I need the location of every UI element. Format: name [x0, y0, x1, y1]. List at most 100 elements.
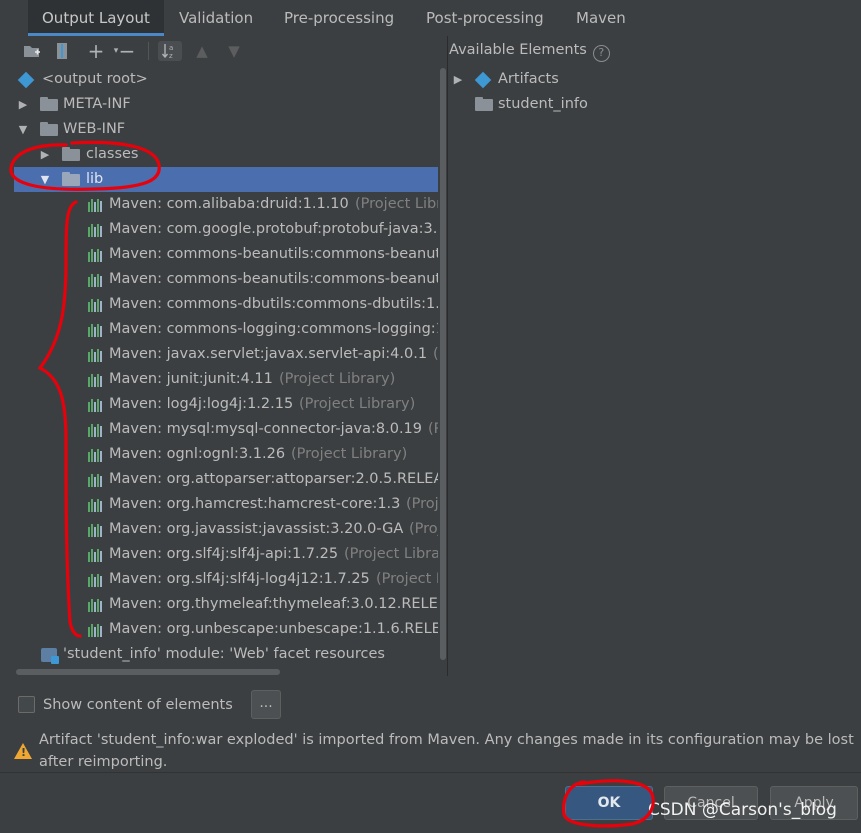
library-icon [84, 498, 102, 512]
folder-icon [40, 97, 58, 111]
library-name: Maven: commons-logging:commons-logging:1 [109, 321, 445, 337]
library-name: Maven: org.attoparser:attoparser:2.0.5.R… [109, 471, 448, 487]
svg-text:a: a [169, 44, 173, 52]
library-icon [84, 598, 102, 612]
sort-icon[interactable]: az [158, 41, 182, 61]
library-row[interactable]: Maven: javax.servlet:javax.servlet-api:4… [14, 342, 448, 367]
tree-horizontal-scrollbar[interactable] [14, 668, 448, 676]
scrollbar-thumb[interactable] [16, 669, 280, 675]
move-down-icon[interactable]: ▼ [224, 41, 244, 61]
library-name: Maven: ognl:ognl:3.1.26 [109, 446, 286, 462]
library-row[interactable]: Maven: org.javassist:javassist:3.20.0-GA… [14, 517, 448, 542]
tree-label-module-resources: 'student_info' module: 'Web' facet resou… [63, 646, 385, 662]
expand-arrow-icon[interactable]: ▶ [451, 67, 465, 92]
collapse-arrow-icon[interactable]: ▼ [16, 117, 30, 142]
library-row[interactable]: Maven: com.google.protobuf:protobuf-java… [14, 217, 448, 242]
move-up-icon[interactable]: ▲ [192, 41, 212, 61]
tree-label-classes: classes [86, 146, 139, 162]
library-name: Maven: com.alibaba:druid:1.1.10 [109, 196, 349, 212]
library-row[interactable]: Maven: org.attoparser:attoparser:2.0.5.R… [14, 467, 448, 492]
library-name: Maven: log4j:log4j:1.2.15 [109, 396, 294, 412]
library-row[interactable]: Maven: ognl:ognl:3.1.26 (Project Library) [14, 442, 448, 467]
show-content-label: Show content of elements [43, 697, 233, 713]
tree-row-web-inf[interactable]: ▼ WEB-INF [14, 117, 448, 142]
library-row[interactable]: Maven: org.slf4j:slf4j-log4j12:1.7.25 (Pr… [14, 567, 448, 592]
tab-output-layout[interactable]: Output Layout [28, 0, 164, 36]
tab-post-processing[interactable]: Post-processing [412, 0, 558, 36]
library-row[interactable]: Maven: commons-beanutils:commons-beanuti… [14, 242, 448, 267]
library-scope: (Project Library) [355, 196, 448, 212]
library-icon [84, 273, 102, 287]
tree-row-module-resources[interactable]: 'student_info' module: 'Web' facet resou… [14, 642, 448, 667]
warning-text: Artifact 'student_info:war exploded' is … [39, 732, 854, 770]
library-icon [84, 323, 102, 337]
show-content-settings-button[interactable]: ... [251, 690, 281, 719]
tab-maven[interactable]: Maven [562, 0, 640, 36]
library-row[interactable]: Maven: org.thymeleaf:thymeleaf:3.0.12.RE… [14, 592, 448, 617]
library-name: Maven: commons-dbutils:commons-dbutils:1… [109, 296, 448, 312]
folder-icon [62, 172, 80, 186]
library-row[interactable]: Maven: commons-logging:commons-logging:1 [14, 317, 448, 342]
library-icon [84, 298, 102, 312]
tree-row-output-root[interactable]: <output root> [14, 67, 448, 92]
tree-label-meta-inf: META-INF [63, 96, 131, 112]
library-icon [84, 248, 102, 262]
splitter[interactable] [447, 36, 448, 676]
output-layout-tree[interactable]: <output root> ▶ META-INF ▼ WEB-INF ▶ cla… [14, 66, 448, 669]
library-row[interactable]: Maven: junit:junit:4.11 (Project Library) [14, 367, 448, 392]
library-icon [84, 348, 102, 362]
library-row[interactable]: Maven: log4j:log4j:1.2.15 (Project Librar… [14, 392, 448, 417]
tree-row-lib[interactable]: ▼ lib [14, 167, 448, 192]
library-name: Maven: org.unbescape:unbescape:1.1.6.REL… [109, 621, 448, 637]
library-row[interactable]: Maven: org.slf4j:slf4j-api:1.7.25 (Projec… [14, 542, 448, 567]
watermark: CSDN @Carson's_blog [648, 800, 837, 820]
tree-label-output-root: <output root> [42, 71, 148, 87]
scrollbar-thumb[interactable] [440, 68, 446, 660]
tab-pre-processing[interactable]: Pre-processing [270, 0, 408, 36]
library-row[interactable]: Maven: com.alibaba:druid:1.1.10 (Project … [14, 192, 448, 217]
library-name: Maven: org.thymeleaf:thymeleaf:3.0.12.RE… [109, 596, 448, 612]
expand-arrow-icon[interactable]: ▶ [16, 92, 30, 117]
tab-validation[interactable]: Validation [165, 0, 267, 36]
archive-icon[interactable] [52, 41, 72, 61]
show-content-checkbox[interactable] [18, 696, 35, 713]
library-name: Maven: javax.servlet:javax.servlet-api:4… [109, 346, 428, 362]
available-elements-header: Available Elements? [449, 37, 610, 63]
layout-toolbar: + ▾ − az ▲ ▼ [14, 36, 448, 66]
root-diamond-icon [17, 71, 35, 89]
library-row[interactable]: Maven: org.hamcrest:hamcrest-core:1.3 (Pr… [14, 492, 448, 517]
toolbar-separator [148, 42, 149, 60]
library-icon [84, 198, 102, 212]
library-name: Maven: org.slf4j:slf4j-api:1.7.25 [109, 546, 339, 562]
library-scope: (Project Library) [299, 396, 416, 412]
available-label-artifacts: Artifacts [498, 71, 559, 87]
library-row[interactable]: Maven: commons-beanutils:commons-beanuti… [14, 267, 448, 292]
expand-arrow-icon[interactable]: ▶ [38, 142, 52, 167]
svg-text:z: z [169, 52, 173, 60]
library-row[interactable]: Maven: commons-dbutils:commons-dbutils:1… [14, 292, 448, 317]
library-icon [84, 623, 102, 637]
add-icon[interactable]: + [86, 39, 106, 63]
tree-label-lib: lib [86, 171, 104, 187]
available-row-artifacts[interactable]: ▶ Artifacts [449, 67, 861, 92]
tree-row-meta-inf[interactable]: ▶ META-INF [14, 92, 448, 117]
library-icon [84, 373, 102, 387]
tree-vertical-scrollbar[interactable] [438, 66, 447, 669]
library-row[interactable]: Maven: mysql:mysql-connector-java:8.0.19… [14, 417, 448, 442]
ok-button[interactable]: OK [565, 786, 653, 820]
available-elements-tree[interactable]: ▶ Artifacts student_info [449, 66, 861, 676]
footer-divider [0, 772, 861, 773]
library-row[interactable]: Maven: org.unbescape:unbescape:1.1.6.REL… [14, 617, 448, 642]
library-name: Maven: commons-beanutils:commons-beanuti… [109, 246, 448, 262]
tree-row-classes[interactable]: ▶ classes [14, 142, 448, 167]
new-folder-icon[interactable] [22, 41, 42, 61]
available-row-module[interactable]: student_info [449, 92, 861, 117]
library-name: Maven: org.javassist:javassist:3.20.0-GA [109, 521, 404, 537]
library-icon [84, 423, 102, 437]
collapse-arrow-icon[interactable]: ▼ [38, 167, 52, 192]
available-label-module: student_info [498, 96, 588, 112]
remove-icon[interactable]: − [117, 39, 137, 63]
help-icon[interactable]: ? [592, 45, 610, 62]
artifacts-icon [474, 71, 492, 89]
tree-label-web-inf: WEB-INF [63, 121, 126, 137]
